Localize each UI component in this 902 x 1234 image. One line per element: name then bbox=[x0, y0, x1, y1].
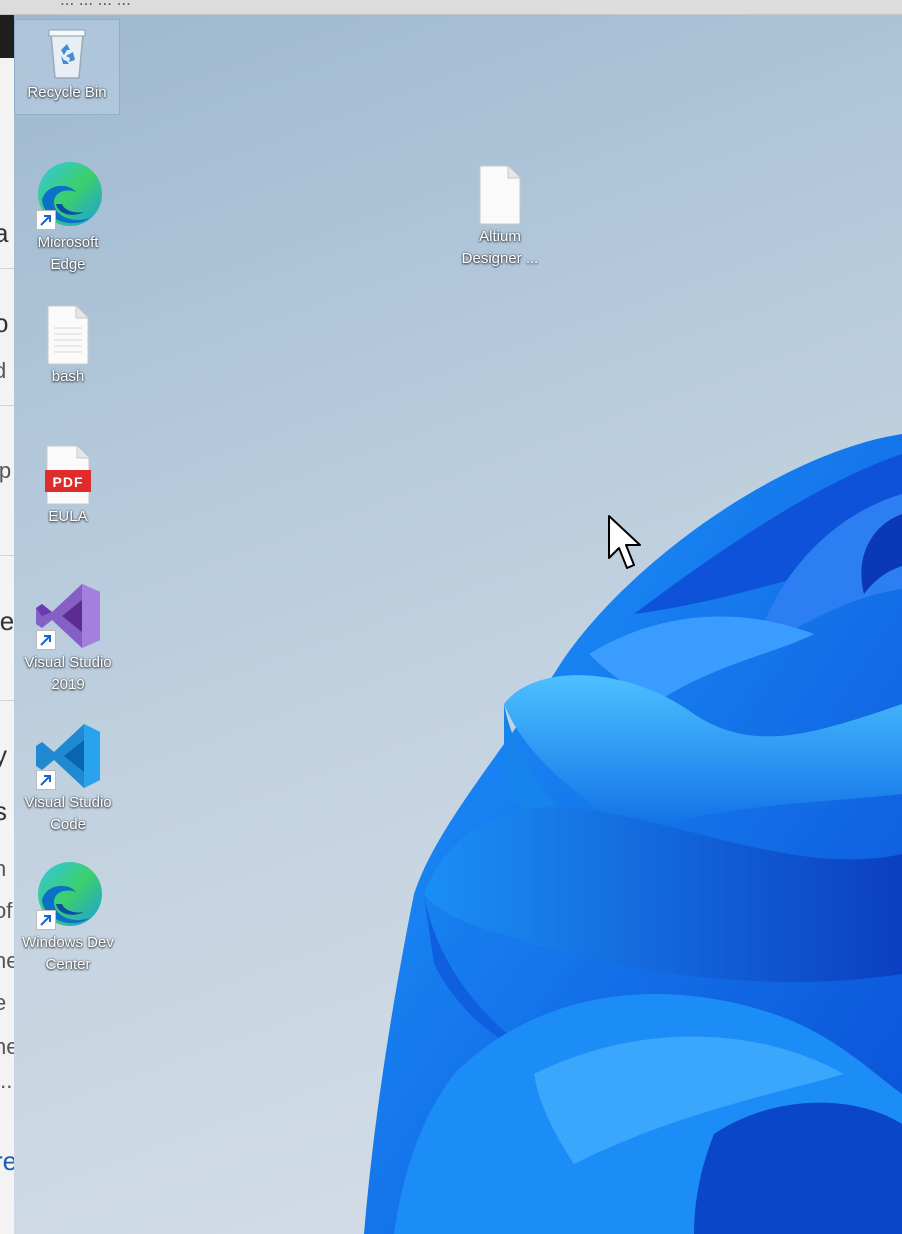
desktop-icon-label: Altium Designer ... bbox=[461, 228, 539, 267]
shortcut-arrow-icon bbox=[36, 630, 56, 650]
pdf-icon: PDF bbox=[43, 444, 93, 506]
file-icon bbox=[44, 304, 92, 366]
shortcut-arrow-icon bbox=[36, 210, 56, 230]
background-text: le bbox=[0, 606, 14, 636]
background-text: ne bbox=[0, 948, 14, 973]
edge-icon bbox=[32, 160, 104, 232]
desktop-icon-label: Recycle Bin bbox=[27, 84, 107, 101]
shortcut-arrow-icon bbox=[36, 910, 56, 930]
background-text: d bbox=[0, 358, 7, 383]
desktop-icon-visual-studio-code[interactable]: Visual Studio Code bbox=[16, 720, 120, 836]
pdf-badge-text: PDF bbox=[52, 474, 84, 490]
window-title: ... ... ... ... bbox=[60, 0, 131, 10]
desktop-icon-eula[interactable]: PDF EULA bbox=[16, 444, 120, 528]
desktop[interactable]: Recycle Bin Microsoft Edge bash PDF EULA… bbox=[14, 14, 902, 1234]
background-text: o bbox=[0, 308, 9, 338]
divider bbox=[0, 555, 14, 556]
desktop-icon-recycle-bin[interactable]: Recycle Bin bbox=[14, 19, 120, 115]
desktop-icon-altium-designer[interactable]: Altium Designer ... bbox=[448, 164, 552, 270]
background-text: a bbox=[0, 218, 9, 248]
recycle-bin-icon bbox=[37, 20, 97, 82]
desktop-icon-label: Microsoft Edge bbox=[37, 234, 99, 273]
background-text: s bbox=[0, 796, 7, 826]
divider bbox=[0, 700, 14, 701]
desktop-icon-label: EULA bbox=[48, 508, 88, 525]
desktop-icon-label: Visual Studio Code bbox=[24, 794, 112, 833]
background-text: ... bbox=[0, 1068, 13, 1093]
background-text: of bbox=[0, 898, 13, 923]
background-text: ip bbox=[0, 458, 12, 483]
desktop-icon-label: bash bbox=[51, 368, 85, 385]
background-text: y bbox=[0, 740, 7, 770]
edge-icon bbox=[32, 860, 104, 932]
background-window-edge[interactable]: a o d ip le y s n of ne e ne ... re bbox=[0, 0, 14, 1234]
background-link[interactable]: re bbox=[0, 1146, 14, 1177]
background-text: e bbox=[0, 990, 7, 1015]
file-icon bbox=[476, 164, 524, 226]
shortcut-arrow-icon bbox=[36, 770, 56, 790]
vscode-icon bbox=[32, 720, 104, 792]
desktop-icon-microsoft-edge[interactable]: Microsoft Edge bbox=[16, 160, 120, 276]
desktop-icon-label: Visual Studio 2019 bbox=[24, 654, 112, 693]
desktop-icon-bash[interactable]: bash bbox=[16, 304, 120, 388]
background-text: n bbox=[0, 856, 7, 881]
mouse-cursor-icon bbox=[608, 515, 641, 569]
desktop-icon-label: Windows Dev Center bbox=[22, 934, 114, 973]
divider bbox=[0, 268, 14, 269]
divider bbox=[0, 405, 14, 406]
visual-studio-icon bbox=[32, 580, 104, 652]
window-title-bar[interactable]: ... ... ... ... bbox=[0, 0, 902, 15]
desktop-icon-windows-dev-center[interactable]: Windows Dev Center bbox=[16, 860, 120, 976]
desktop-icon-visual-studio-2019[interactable]: Visual Studio 2019 bbox=[16, 580, 120, 696]
background-text: ne bbox=[0, 1034, 14, 1059]
